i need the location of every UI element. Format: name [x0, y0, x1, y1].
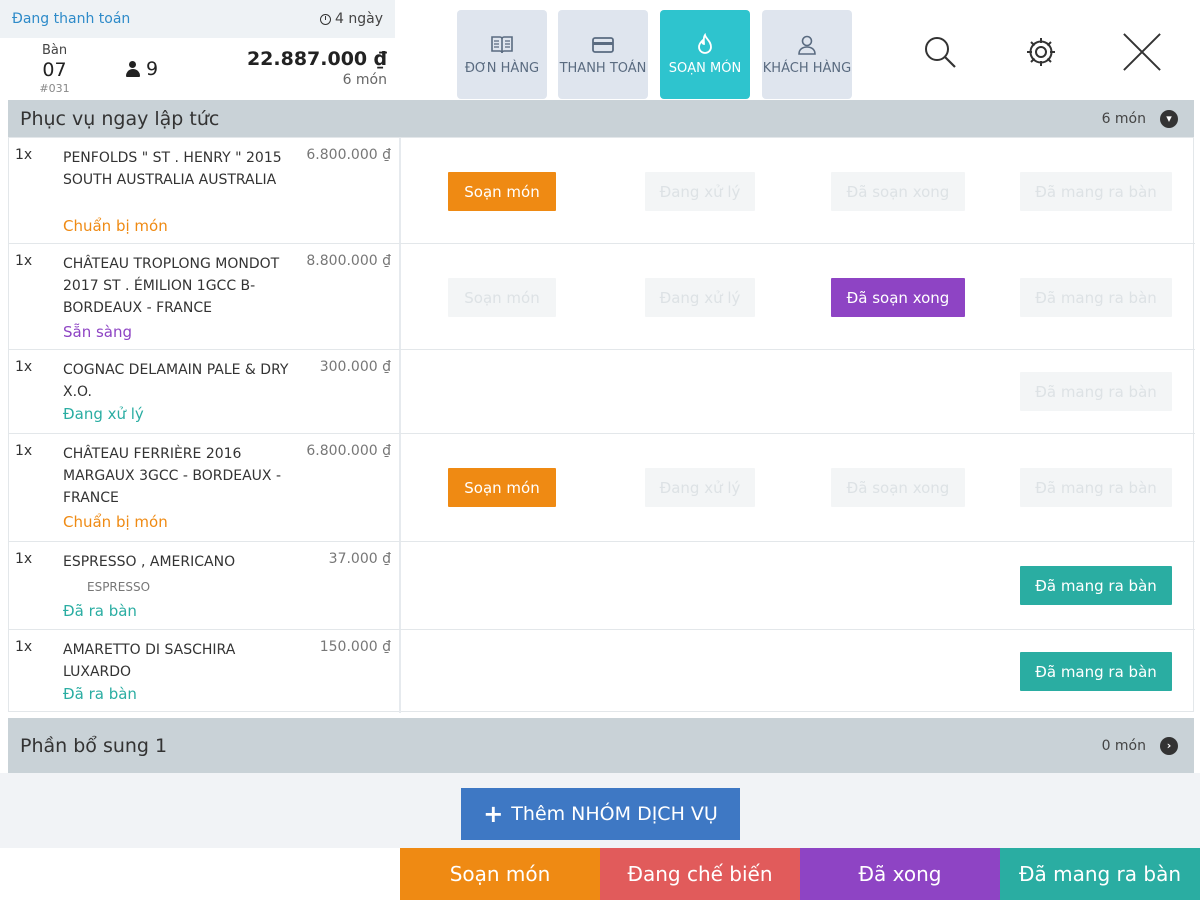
item-status: Sẵn sàng — [63, 323, 133, 341]
section-count: 6 món — [1101, 110, 1146, 127]
served-button[interactable]: Đã mang ra bàn — [1020, 566, 1172, 605]
served-all-button[interactable]: Đã mang ra bàn — [1000, 848, 1200, 900]
item-status: Đã ra bàn — [63, 685, 137, 703]
item-name: CHÂTEAU FERRIÈRE 2016 MARGAUX 3GCC - BOR… — [63, 446, 282, 506]
item-qty: 1x — [15, 639, 33, 655]
header-toolbar: ĐƠN HÀNG THANH TOÁN SOẠN MÓN KHÁCH HÀNG — [400, 0, 1200, 108]
item-option: ESPRESSO — [87, 580, 151, 594]
list-item: 1x ESPRESSO , AMERICANO 37.000 ₫ ESPRESS… — [9, 542, 1195, 630]
item-price: 150.000 ₫ — [319, 639, 391, 655]
tab-customer-label: KHÁCH HÀNG — [762, 60, 852, 76]
person-icon — [125, 61, 140, 77]
item-qty: 1x — [15, 551, 33, 567]
item-status: Đã ra bàn — [63, 602, 137, 620]
processing-button: Đang xử lý — [645, 172, 755, 211]
user-icon — [796, 32, 818, 58]
status-action-bar: Soạn món Đang chế biến Đã xong Đã mang r… — [400, 848, 1200, 900]
order-code: #031 — [39, 81, 70, 95]
plus-icon: + — [483, 800, 504, 828]
prepare-all-button[interactable]: Soạn món — [400, 848, 600, 900]
item-name: PENFOLDS " ST . HENRY " 2015 SOUTH AUSTR… — [63, 150, 282, 188]
gear-icon[interactable] — [1021, 30, 1061, 74]
section-header-extra[interactable]: Phần bổ sung 1 0 món › — [8, 718, 1194, 773]
prepared-button[interactable]: Đã soạn xong — [831, 278, 965, 317]
prepare-button[interactable]: Soạn món — [448, 468, 556, 507]
item-qty: 1x — [15, 443, 33, 459]
served-button: Đã mang ra bàn — [1020, 278, 1172, 317]
order-item-count: 6 món — [342, 72, 387, 89]
tab-kitchen[interactable]: SOẠN MÓN — [660, 10, 750, 99]
item-qty: 1x — [15, 253, 33, 269]
chevron-right-icon[interactable]: › — [1160, 736, 1178, 755]
prepare-button: Soạn món — [448, 278, 556, 317]
item-status: Đang xử lý — [63, 405, 144, 423]
guest-count: 9 — [97, 58, 187, 80]
guest-count-value: 9 — [145, 58, 159, 80]
section-count: 0 món — [1101, 737, 1146, 754]
chevron-down-icon[interactable]: ▾ — [1160, 109, 1178, 128]
order-age-text: 4 ngày — [335, 11, 383, 27]
table-number: 07 — [42, 58, 67, 81]
served-button: Đã mang ra bàn — [1020, 172, 1172, 211]
section-header-immediate[interactable]: Phục vụ ngay lập tức 6 món ▾ — [8, 100, 1194, 137]
item-price: 6.800.000 ₫ — [306, 147, 391, 163]
tab-payment-label: THANH TOÁN — [559, 60, 647, 76]
close-icon[interactable] — [1122, 30, 1162, 74]
tab-payment[interactable]: THANH TOÁN — [558, 10, 648, 99]
tab-kitchen-label: SOẠN MÓN — [668, 60, 742, 76]
item-price: 37.000 ₫ — [328, 551, 391, 567]
order-age: 4 ngày — [320, 11, 383, 27]
order-total: 22.887.000 ₫ 6 món — [187, 48, 387, 89]
item-list: 1x PENFOLDS " ST . HENRY " 2015 SOUTH AU… — [8, 137, 1195, 713]
served-button: Đã mang ra bàn — [1020, 372, 1172, 411]
menu-book-icon — [490, 32, 514, 58]
list-item: 1x COGNAC DELAMAIN PALE & DRY X.O. 300.0… — [9, 350, 1195, 434]
item-name: COGNAC DELAMAIN PALE & DRY X.O. — [63, 362, 289, 400]
prepared-button: Đã soạn xong — [831, 468, 965, 507]
list-item: 1x PENFOLDS " ST . HENRY " 2015 SOUTH AU… — [9, 138, 1195, 244]
table-info: Bàn 07 #031 — [12, 43, 97, 95]
add-service-group-button[interactable]: + Thêm NHÓM DỊCH VỤ — [461, 788, 740, 840]
item-qty: 1x — [15, 359, 33, 375]
list-item: 1x CHÂTEAU TROPLONG MONDOT 2017 ST . ÉMI… — [9, 244, 1195, 350]
section-title: Phần bổ sung 1 — [20, 734, 168, 757]
item-status: Chuẩn bị món — [63, 217, 168, 235]
prepare-button[interactable]: Soạn món — [448, 172, 556, 211]
item-price: 6.800.000 ₫ — [306, 443, 391, 459]
order-summary-card: Đang thanh toán 4 ngày Bàn 07 #031 9 22.… — [0, 0, 395, 100]
item-name: ESPRESSO , AMERICANO — [63, 554, 236, 570]
processing-button: Đang xử lý — [645, 278, 755, 317]
item-status: Chuẩn bị món — [63, 513, 168, 531]
add-service-group-label: Thêm NHÓM DỊCH VỤ — [511, 803, 718, 825]
tab-customer[interactable]: KHÁCH HÀNG — [762, 10, 852, 99]
order-total-amount: 22.887.000 ₫ — [246, 48, 387, 71]
served-button[interactable]: Đã mang ra bàn — [1020, 652, 1172, 691]
order-status: Đang thanh toán — [12, 11, 131, 27]
tab-orders[interactable]: ĐƠN HÀNG — [457, 10, 547, 99]
table-label: Bàn — [41, 43, 68, 59]
clock-icon — [320, 13, 332, 25]
item-name: AMARETTO DI SASCHIRA LUXARDO — [63, 642, 236, 680]
item-price: 8.800.000 ₫ — [306, 253, 391, 269]
tab-orders-label: ĐƠN HÀNG — [464, 60, 540, 76]
done-all-button[interactable]: Đã xong — [800, 848, 1000, 900]
flame-icon — [694, 32, 716, 58]
cooking-all-button[interactable]: Đang chế biến — [600, 848, 800, 900]
item-name: CHÂTEAU TROPLONG MONDOT 2017 ST . ÉMILIO… — [63, 256, 280, 316]
order-status-bar: Đang thanh toán 4 ngày — [0, 0, 395, 38]
item-qty: 1x — [15, 147, 33, 163]
processing-button: Đang xử lý — [645, 468, 755, 507]
search-icon[interactable] — [920, 30, 960, 74]
section-title: Phục vụ ngay lập tức — [20, 107, 220, 130]
item-price: 300.000 ₫ — [319, 359, 391, 375]
list-item: 1x CHÂTEAU FERRIÈRE 2016 MARGAUX 3GCC - … — [9, 434, 1195, 542]
prepared-button: Đã soạn xong — [831, 172, 965, 211]
served-button: Đã mang ra bàn — [1020, 468, 1172, 507]
list-item: 1x AMARETTO DI SASCHIRA LUXARDO 150.000 … — [9, 630, 1195, 713]
credit-card-icon — [591, 32, 615, 58]
